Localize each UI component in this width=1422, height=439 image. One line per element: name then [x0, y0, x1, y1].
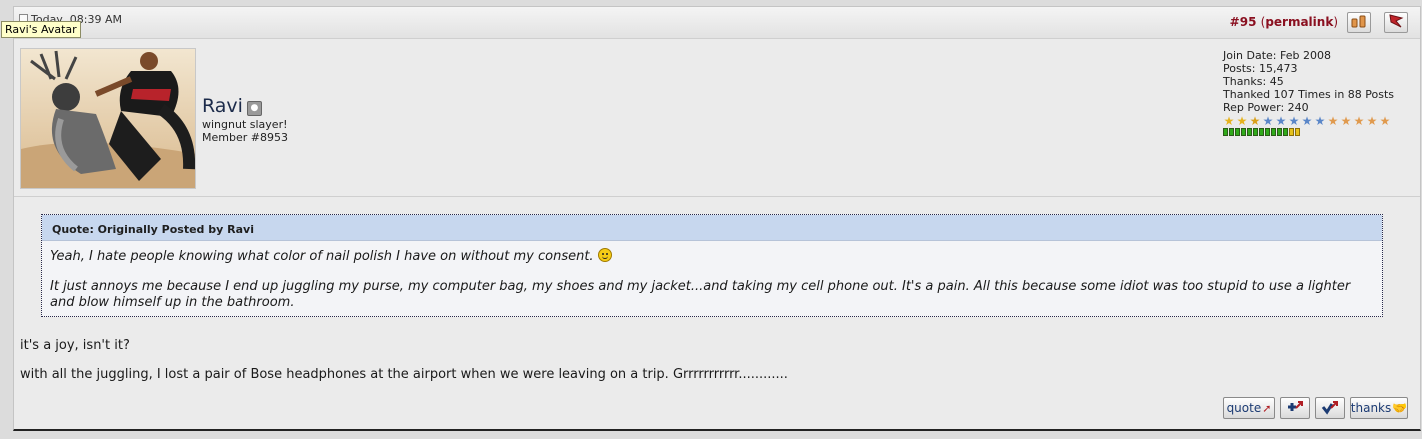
thanks-button[interactable]: thanks 🤝 [1350, 397, 1408, 419]
quick-reply-button[interactable] [1315, 397, 1345, 419]
rep-star-icon: ★ [1262, 114, 1274, 128]
user-stats: Join Date: Feb 2008 Posts: 15,473 Thanks… [1223, 49, 1394, 136]
report-button[interactable] [1347, 12, 1371, 33]
post-actions: quote ➚ thanks 🤝 [1223, 397, 1408, 419]
red-arrow-icon: ➚ [1262, 401, 1272, 415]
rep-bar-segment [1259, 128, 1264, 136]
post-count: Posts: 15,473 [1223, 62, 1298, 75]
rep-bar-segment [1223, 128, 1228, 136]
smiley-icon [597, 248, 612, 262]
paren-close: ) [1333, 15, 1338, 29]
post-header: Today, 08:39 AM Ravi's Avatar #95 (perma… [1, 7, 1420, 39]
rep-bar-segment [1247, 128, 1252, 136]
quote-box: Quote: Originally Posted by Ravi Yeah, I… [41, 214, 1383, 317]
handshake-icon: 🤝 [1392, 401, 1408, 415]
quote-body: Yeah, I hate people knowing what color o… [42, 241, 1382, 318]
rep-star-icon: ★ [1223, 114, 1235, 128]
rep-bar-segment [1271, 128, 1276, 136]
quote-button[interactable]: quote ➚ [1223, 397, 1275, 419]
check-arrow-icon [1320, 399, 1340, 418]
rep-star-icon: ★ [1314, 114, 1326, 128]
username[interactable]: Ravi ● [202, 95, 262, 117]
post-number-link[interactable]: #95 [1230, 15, 1257, 29]
post-number: #95 (permalink) [1230, 15, 1338, 29]
flag-icon [1387, 13, 1405, 32]
thanks-count: Thanks: 45 [1223, 75, 1284, 88]
multiquote-button[interactable] [1280, 397, 1310, 419]
rep-star-icon: ★ [1236, 114, 1248, 128]
user-title: wingnut slayer! [202, 118, 288, 131]
quote-line-2: It just annoys me because I end up juggl… [50, 279, 1351, 310]
rep-star-icon: ★ [1327, 114, 1339, 128]
rep-star-icon: ★ [1288, 114, 1300, 128]
quote-line-1: Yeah, I hate people knowing what color o… [50, 248, 1374, 265]
message-paragraph-2: with all the juggling, I lost a pair of … [20, 367, 788, 382]
member-number: Member #8953 [202, 131, 288, 144]
user-info: Ravi ● wingnut slayer! Member #8953 Join… [14, 39, 1420, 197]
rep-star-icon: ★ [1366, 114, 1378, 128]
offline-status-icon: ● [246, 100, 262, 116]
flag-button[interactable] [1384, 12, 1408, 33]
message-paragraph-1: it's a joy, isn't it? [20, 338, 130, 353]
rep-star-icon: ★ [1249, 114, 1261, 128]
rep-bar-segment [1265, 128, 1270, 136]
thanks-button-label: thanks [1350, 401, 1392, 415]
permalink-link[interactable]: permalink [1265, 15, 1333, 29]
rep-bar-segment [1283, 128, 1288, 136]
avatar-tooltip: Ravi's Avatar [1, 21, 81, 38]
thumbs-icon [1350, 13, 1368, 32]
rep-bar-segment [1253, 128, 1258, 136]
user-avatar[interactable] [20, 48, 196, 189]
post-message: it's a joy, isn't it? with all the juggl… [20, 338, 788, 396]
rep-bar-segment [1235, 128, 1240, 136]
rep-bar-segment [1241, 128, 1246, 136]
rep-bar-segment [1277, 128, 1282, 136]
forum-post: Today, 08:39 AM Ravi's Avatar #95 (perma… [1, 6, 1421, 431]
multiquote-icon [1285, 399, 1305, 418]
rep-bar-segment [1289, 128, 1294, 136]
rep-star-icon: ★ [1340, 114, 1352, 128]
quote-button-label: quote [1226, 401, 1262, 415]
quote-header: Quote: Originally Posted by Ravi [42, 215, 1382, 241]
rep-star-icon: ★ [1275, 114, 1287, 128]
rep-star-icon: ★ [1353, 114, 1365, 128]
rep-bar-segment [1229, 128, 1234, 136]
rep-power: Rep Power: 240 [1223, 101, 1309, 114]
quote-line-1-text: Yeah, I hate people knowing what color o… [50, 249, 594, 264]
rep-star-icon: ★ [1301, 114, 1313, 128]
thanked-count: Thanked 107 Times in 88 Posts [1223, 88, 1395, 101]
reputation-stars: ★ ★ ★ ★ ★ ★ ★ ★ ★ ★ ★ ★ ★ [1223, 115, 1394, 127]
rep-bar-segment [1295, 128, 1300, 136]
reputation-bar [1223, 128, 1394, 136]
rep-star-icon: ★ [1379, 114, 1391, 128]
username-text[interactable]: Ravi [202, 95, 243, 117]
join-date: Join Date: Feb 2008 [1223, 49, 1331, 62]
